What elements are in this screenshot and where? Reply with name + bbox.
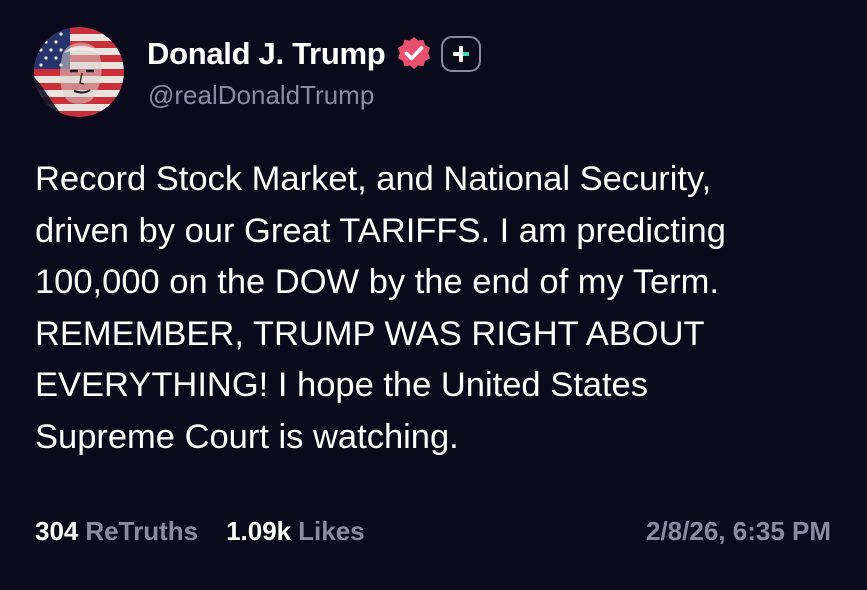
post-line: Supreme Court is watching. <box>35 417 459 456</box>
retruths-stat[interactable]: 304 ReTruths <box>35 516 198 547</box>
likes-stat[interactable]: 1.09k Likes <box>226 516 365 547</box>
post-line: EVERYTHING! I hope the United States <box>35 366 648 404</box>
post-line: Record Stock Market, and National Securi… <box>35 160 712 198</box>
likes-count: 1.09k <box>226 515 292 546</box>
author-name-row: Donald J. Trump <box>147 34 482 74</box>
post-line: 100,000 on the DOW by the end of my Term… <box>35 263 719 301</box>
retruths-label: ReTruths <box>85 515 199 546</box>
post-stats: 304 ReTruths 1.09k Likes <box>35 513 365 549</box>
post-line: driven by our Great TARIFFS. I am predic… <box>35 211 726 250</box>
post-line: REMEMBER, TRUMP WAS RIGHT ABOUT <box>35 314 705 353</box>
author-handle[interactable]: @realDonaldTrump <box>148 80 374 111</box>
verified-badge-icon <box>395 35 433 73</box>
retruths-count: 304 <box>35 515 79 546</box>
post-card: Donald J. Trump @realDonaldTrump Record … <box>0 0 867 590</box>
flag-portrait-avatar <box>34 27 124 117</box>
post-body: Record Stock Market, and National Securi… <box>35 154 855 463</box>
post-timestamp[interactable]: 2/8/26, 6:35 PM <box>646 513 831 549</box>
likes-label: Likes <box>298 515 365 546</box>
author-display-name[interactable]: Donald J. Trump <box>147 36 386 72</box>
avatar[interactable] <box>34 27 124 117</box>
plus-badge-icon[interactable] <box>441 36 482 72</box>
